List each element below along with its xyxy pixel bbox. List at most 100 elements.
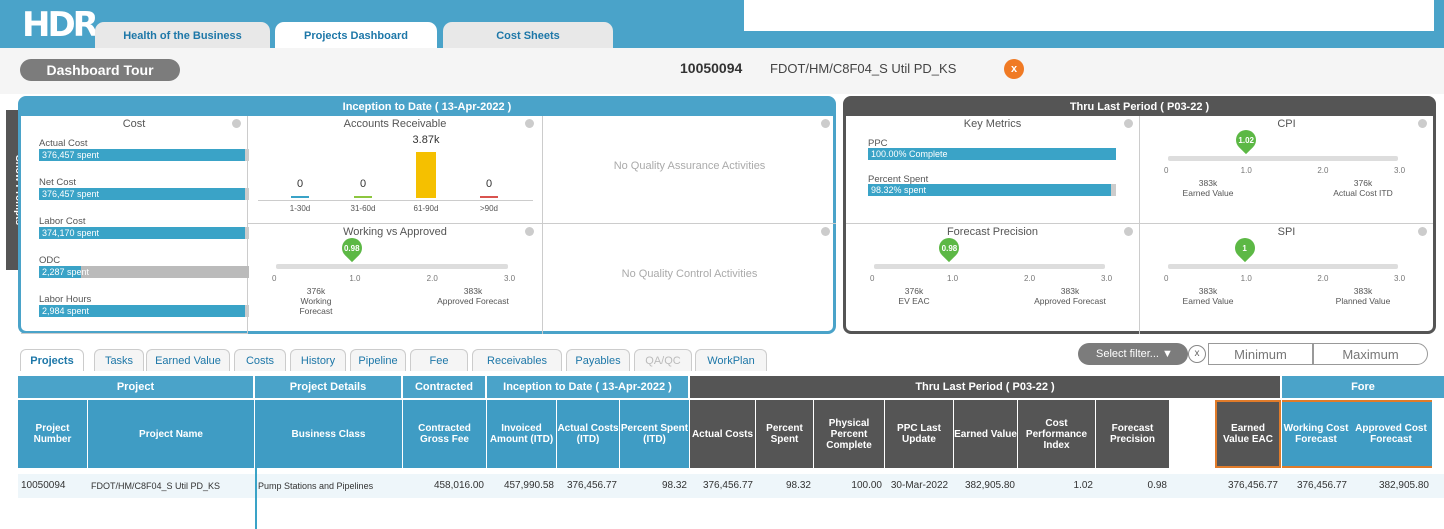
subtab-tasks[interactable]: Tasks: [94, 349, 144, 371]
gauge-tick: 2.0: [426, 274, 438, 283]
filter-label: Select filter...: [1096, 348, 1159, 360]
gauge-tick: 3.0: [1394, 166, 1406, 175]
card-title: Accounts Receivable: [343, 118, 447, 130]
column-header[interactable]: Forecast Precision: [1096, 400, 1170, 468]
qc-empty-message: No Quality Control Activities: [621, 268, 758, 280]
gauge-right-label: Actual Cost ITD: [1333, 188, 1393, 198]
column-header[interactable]: Cost Performance Index: [1018, 400, 1096, 468]
info-icon[interactable]: [1418, 119, 1427, 128]
column-header[interactable]: Business Class: [255, 400, 403, 468]
table-cell: 382,905.80: [964, 480, 1015, 491]
subtab-receivables[interactable]: Receivables: [472, 349, 562, 371]
close-project-button[interactable]: x: [1004, 59, 1024, 79]
select-filter-dropdown[interactable]: Select filter... ▼: [1078, 343, 1188, 365]
metric-bar: 376,457 spent: [39, 149, 249, 161]
gauge-left-value: 383k: [1198, 286, 1218, 296]
column-header[interactable]: Project Name: [88, 400, 255, 468]
subtab-projects[interactable]: Projects: [20, 349, 84, 371]
gauge-left-label: Working Forecast: [299, 296, 333, 316]
panel-title: Inception to Date ( 13-Apr-2022 ): [21, 99, 833, 116]
subtab-payables[interactable]: Payables: [566, 349, 630, 371]
column-resize-handle[interactable]: [255, 468, 257, 529]
tab-cost-sheets[interactable]: Cost Sheets: [443, 22, 613, 48]
gauge-tick: 3.0: [1101, 274, 1113, 283]
maximum-input[interactable]: Maximum: [1313, 343, 1428, 365]
gauge-left-value: 376k: [904, 286, 924, 296]
table-cell: 376,456.77: [1227, 480, 1278, 491]
gauge-value: 0.98: [343, 244, 360, 253]
gauge-tick: 2.0: [1317, 274, 1329, 283]
info-icon[interactable]: [232, 119, 241, 128]
ar-value: 0: [296, 178, 304, 190]
gauge-tick: 1.0: [947, 274, 959, 283]
column-header[interactable]: Earned Value: [954, 400, 1018, 468]
gauge-tick: 1.0: [1240, 274, 1252, 283]
panel-title: Thru Last Period ( P03-22 ): [846, 99, 1433, 116]
info-icon[interactable]: [1124, 227, 1133, 236]
tab-projects-dashboard[interactable]: Projects Dashboard: [275, 22, 437, 48]
gauge-tick: 1.0: [1240, 166, 1252, 175]
column-header[interactable]: Actual Costs (ITD): [557, 400, 620, 468]
chevron-down-icon: ▼: [1162, 348, 1173, 360]
table-cell: FDOT/HM/C8F04_S Util PD_KS: [91, 481, 221, 491]
tab-health-of-business[interactable]: Health of the Business: [95, 22, 270, 48]
gauge-right-label: Approved Forecast: [1034, 296, 1106, 306]
qa-card: No Quality Assurance Activities: [543, 116, 836, 224]
metric-bar: 98.32% spent: [868, 184, 1116, 196]
info-icon[interactable]: [1124, 119, 1133, 128]
column-header[interactable]: Contracted Gross Fee: [403, 400, 487, 468]
gauge-tick: 0: [1164, 274, 1169, 283]
column-header[interactable]: Invoiced Amount (ITD): [487, 400, 557, 468]
card-title: CPI: [1277, 118, 1296, 130]
gauge-tick: 3.0: [1394, 274, 1406, 283]
gauge-left-label: Earned Value: [1182, 188, 1234, 198]
gauge-tick: 2.0: [1024, 274, 1036, 283]
column-header[interactable]: Percent Spent: [756, 400, 814, 468]
dashboard-tour-button[interactable]: Dashboard Tour: [20, 59, 180, 81]
column-header[interactable]: Percent Spent (ITD): [620, 400, 690, 468]
table-cell: 457,990.58: [503, 480, 554, 491]
card-title: Forecast Precision: [946, 226, 1039, 238]
subtab-fee[interactable]: Fee: [410, 349, 468, 371]
subtab-qa-qc[interactable]: QA/QC: [634, 349, 692, 371]
table-cell: 98.32: [785, 480, 811, 491]
table-cell: 10050094: [21, 480, 66, 491]
column-header[interactable]: Physical Percent Complete: [814, 400, 885, 468]
metric-bar: 2,984 spent: [39, 305, 249, 317]
metric-label: Actual Cost: [39, 138, 88, 149]
subtab-costs[interactable]: Costs: [234, 349, 286, 371]
column-header[interactable]: Project Number: [18, 400, 88, 468]
minimum-input[interactable]: Minimum: [1208, 343, 1313, 365]
ar-tick-label: >90d: [479, 204, 499, 213]
info-icon[interactable]: [525, 119, 534, 128]
column-header[interactable]: Working Cost Forecast: [1282, 400, 1350, 468]
info-icon[interactable]: [821, 119, 830, 128]
metric-bar-fill: 374,170 spent: [39, 227, 245, 239]
table-cell: 30-Mar-2022: [890, 480, 949, 491]
subtab-earned-value[interactable]: Earned Value: [146, 349, 230, 371]
gauge-tick: 2.0: [1317, 166, 1329, 175]
clear-filter-button[interactable]: x: [1188, 345, 1206, 363]
project-name: FDOT/HM/C8F04_S Util PD_KS: [770, 61, 957, 76]
gauge-track: [276, 264, 508, 269]
gauge-tick: 0: [870, 274, 875, 283]
info-icon[interactable]: [1418, 227, 1427, 236]
table-group-header: Thru Last Period ( P03-22 ): [690, 376, 1280, 398]
ar-bar: [291, 196, 309, 198]
metric-bar-fill: 2,984 spent: [39, 305, 245, 317]
qc-card: No Quality Control Activities: [543, 224, 836, 334]
subtab-pipeline[interactable]: Pipeline: [350, 349, 406, 371]
metric-label: Labor Cost: [39, 216, 86, 227]
info-icon[interactable]: [821, 227, 830, 236]
column-header[interactable]: PPC Last Update: [885, 400, 954, 468]
gauge-value: 1.02: [1238, 136, 1254, 145]
column-header[interactable]: Earned Value EAC: [1215, 400, 1281, 468]
column-header[interactable]: Actual Costs: [690, 400, 756, 468]
info-icon[interactable]: [525, 227, 534, 236]
gauge-track: [1168, 156, 1398, 161]
column-header[interactable]: Approved Cost Forecast: [1350, 400, 1432, 468]
spi-card: SPI 0 1.0 2.0 3.0 1 383k Earned Value 383k Plann…: [1140, 224, 1433, 334]
accounts-receivable-card: Accounts Receivable 0 1-30d 0 31-60d 3.87k 61…: [248, 116, 543, 224]
subtab-history[interactable]: History: [290, 349, 346, 371]
subtab-workplan[interactable]: WorkPlan: [695, 349, 767, 371]
